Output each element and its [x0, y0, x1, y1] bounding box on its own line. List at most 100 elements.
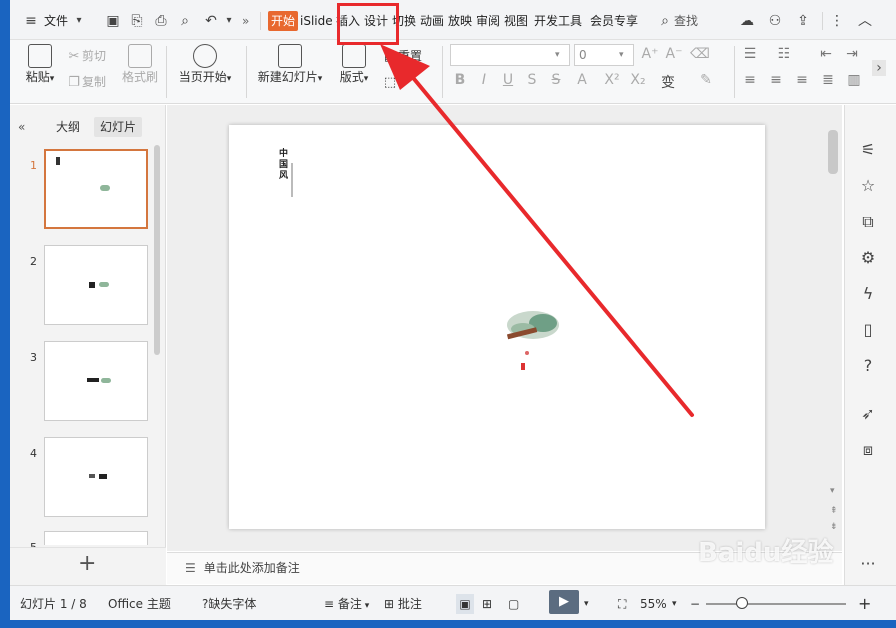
zoom-level[interactable]: 55%: [640, 594, 667, 614]
transition-icon[interactable]: ⧉: [857, 211, 879, 233]
share-user-icon[interactable]: ⚇: [766, 12, 784, 30]
navigator-scrollbar[interactable]: [154, 145, 160, 355]
hamburger-menu-icon[interactable]: ≡: [22, 12, 40, 30]
decrease-font-icon[interactable]: A⁻: [664, 46, 684, 62]
canvas-scrollbar[interactable]: [828, 130, 838, 174]
ribbon-scroll-right-icon[interactable]: ›: [872, 60, 886, 76]
new-slide-button[interactable]: 新建幻灯片▾: [254, 44, 326, 85]
zoom-out-icon[interactable]: −: [690, 594, 700, 614]
shadow-text-icon[interactable]: S: [522, 72, 542, 88]
add-slide-icon[interactable]: +: [78, 551, 96, 576]
font-color-icon[interactable]: A: [572, 72, 592, 88]
subscript-icon[interactable]: X₂: [628, 72, 648, 88]
paste-button[interactable]: 粘贴▾: [20, 44, 60, 85]
increase-indent-icon[interactable]: ⇥: [842, 46, 862, 62]
book-icon[interactable]: ▯: [857, 319, 879, 341]
undo-dropdown-icon[interactable]: ▾: [220, 12, 238, 30]
missing-font-button[interactable]: ?缺失字体: [202, 594, 256, 614]
highlight-icon[interactable]: ✎: [696, 72, 716, 88]
distributed-icon[interactable]: ▥: [844, 72, 864, 88]
play-from-current-button[interactable]: 当页开始▾: [174, 44, 236, 85]
increase-font-icon[interactable]: A⁺: [640, 46, 660, 62]
properties-icon[interactable]: ⚟: [857, 139, 879, 161]
strikethrough-icon[interactable]: S: [546, 72, 566, 88]
slide-thumbnail-5[interactable]: [44, 531, 148, 545]
slide-thumbnail-2[interactable]: [44, 245, 148, 325]
lightning-icon[interactable]: ϟ: [857, 283, 879, 305]
slideshow-dropdown-icon[interactable]: ▾: [584, 594, 589, 614]
ink-painting-image[interactable]: [503, 303, 565, 375]
clear-format-icon[interactable]: ⌫: [690, 46, 710, 62]
font-size-select[interactable]: 0 ▾: [574, 44, 634, 66]
print-icon[interactable]: ⎙: [152, 12, 170, 30]
star-magic-icon[interactable]: ☆: [857, 175, 879, 197]
zoom-in-icon[interactable]: +: [858, 594, 871, 614]
more-options-icon[interactable]: ⋮: [828, 12, 846, 30]
section-button[interactable]: ⬚ ▾: [382, 72, 403, 92]
decrease-indent-icon[interactable]: ⇤: [816, 46, 836, 62]
more-icon[interactable]: ···: [857, 553, 879, 575]
notes-toggle[interactable]: ≡ 备注 ▾: [324, 594, 369, 614]
tab-home[interactable]: 开始: [268, 11, 299, 31]
normal-view-icon[interactable]: ▣: [456, 594, 474, 614]
zoom-slider-thumb[interactable]: [736, 597, 748, 609]
superscript-icon[interactable]: X²: [602, 72, 622, 88]
tab-review[interactable]: 审阅: [476, 11, 500, 31]
tab-member[interactable]: 会员专享: [590, 11, 638, 31]
cloud-sync-icon[interactable]: ☁: [738, 12, 756, 30]
smart-art-icon[interactable]: ⚙: [857, 247, 879, 269]
tab-animation[interactable]: 动画: [420, 11, 444, 31]
align-right-icon[interactable]: ≡: [792, 72, 812, 88]
tab-view[interactable]: 视图: [504, 11, 528, 31]
more-commands[interactable]: »: [242, 11, 249, 31]
align-left-icon[interactable]: ≡: [740, 72, 760, 88]
fit-window-icon[interactable]: ⛶: [618, 594, 626, 614]
collapse-panel-icon[interactable]: «: [12, 117, 31, 137]
export-icon[interactable]: ⎘: [128, 12, 146, 30]
current-slide[interactable]: 中国风: [229, 125, 765, 529]
rocket-icon[interactable]: ➶: [857, 403, 879, 425]
bold-icon[interactable]: B: [450, 72, 470, 88]
help-icon[interactable]: ?: [857, 355, 879, 377]
comments-toggle[interactable]: ⊞ 批注: [384, 594, 422, 614]
font-family-select[interactable]: ▾: [450, 44, 570, 66]
search-button[interactable]: 查找: [674, 11, 698, 31]
image-tools-icon[interactable]: ⧈: [857, 439, 879, 461]
tab-slideshow[interactable]: 放映: [448, 11, 472, 31]
undo-icon[interactable]: ↶: [202, 12, 220, 30]
save-icon[interactable]: ▣: [104, 12, 122, 30]
bullet-list-icon[interactable]: ☰: [740, 46, 760, 62]
file-menu[interactable]: 文件: [44, 11, 68, 31]
tab-outline[interactable]: 大纲: [50, 117, 86, 137]
next-slide-icon[interactable]: ⇟: [830, 522, 838, 532]
italic-icon[interactable]: I: [474, 72, 494, 88]
reset-button[interactable]: ▤ 重置: [382, 46, 422, 66]
copy-button[interactable]: ❐ 复制: [66, 72, 106, 92]
search-icon[interactable]: ⌕: [656, 12, 674, 30]
align-center-icon[interactable]: ≡: [766, 72, 786, 88]
slide-thumbnail-1[interactable]: [44, 149, 148, 229]
share-icon[interactable]: ⇪: [794, 12, 812, 30]
scroll-down-icon[interactable]: ▾: [830, 486, 835, 496]
preview-icon[interactable]: ⌕: [176, 12, 194, 30]
zoom-slider-track[interactable]: [706, 603, 846, 605]
tab-slides[interactable]: 幻灯片: [94, 117, 143, 137]
cut-button[interactable]: ✂ 剪切: [66, 46, 106, 66]
slide-thumbnail-4[interactable]: [44, 437, 148, 517]
tab-islide[interactable]: iSlide: [300, 11, 333, 31]
underline-icon[interactable]: U: [498, 72, 518, 88]
zoom-dropdown-icon[interactable]: ▾: [672, 594, 677, 614]
slide-sorter-icon[interactable]: ⊞: [482, 594, 492, 614]
format-painter-button[interactable]: 格式刷: [118, 44, 162, 85]
justify-icon[interactable]: ≣: [818, 72, 838, 88]
chevron-down-icon[interactable]: ▾: [70, 12, 88, 30]
layout-button[interactable]: 版式▾: [336, 44, 372, 85]
numbered-list-icon[interactable]: ☷: [774, 46, 794, 62]
phonetic-guide-icon[interactable]: 变: [658, 72, 678, 92]
theme-name[interactable]: Office 主题: [108, 594, 171, 614]
tab-developer[interactable]: 开发工具: [534, 11, 582, 31]
reading-view-icon[interactable]: ▢: [508, 594, 519, 614]
slideshow-play-button[interactable]: ▶: [549, 590, 579, 614]
prev-slide-icon[interactable]: ⇞: [830, 506, 838, 516]
collapse-ribbon-icon[interactable]: ︿: [856, 12, 874, 30]
